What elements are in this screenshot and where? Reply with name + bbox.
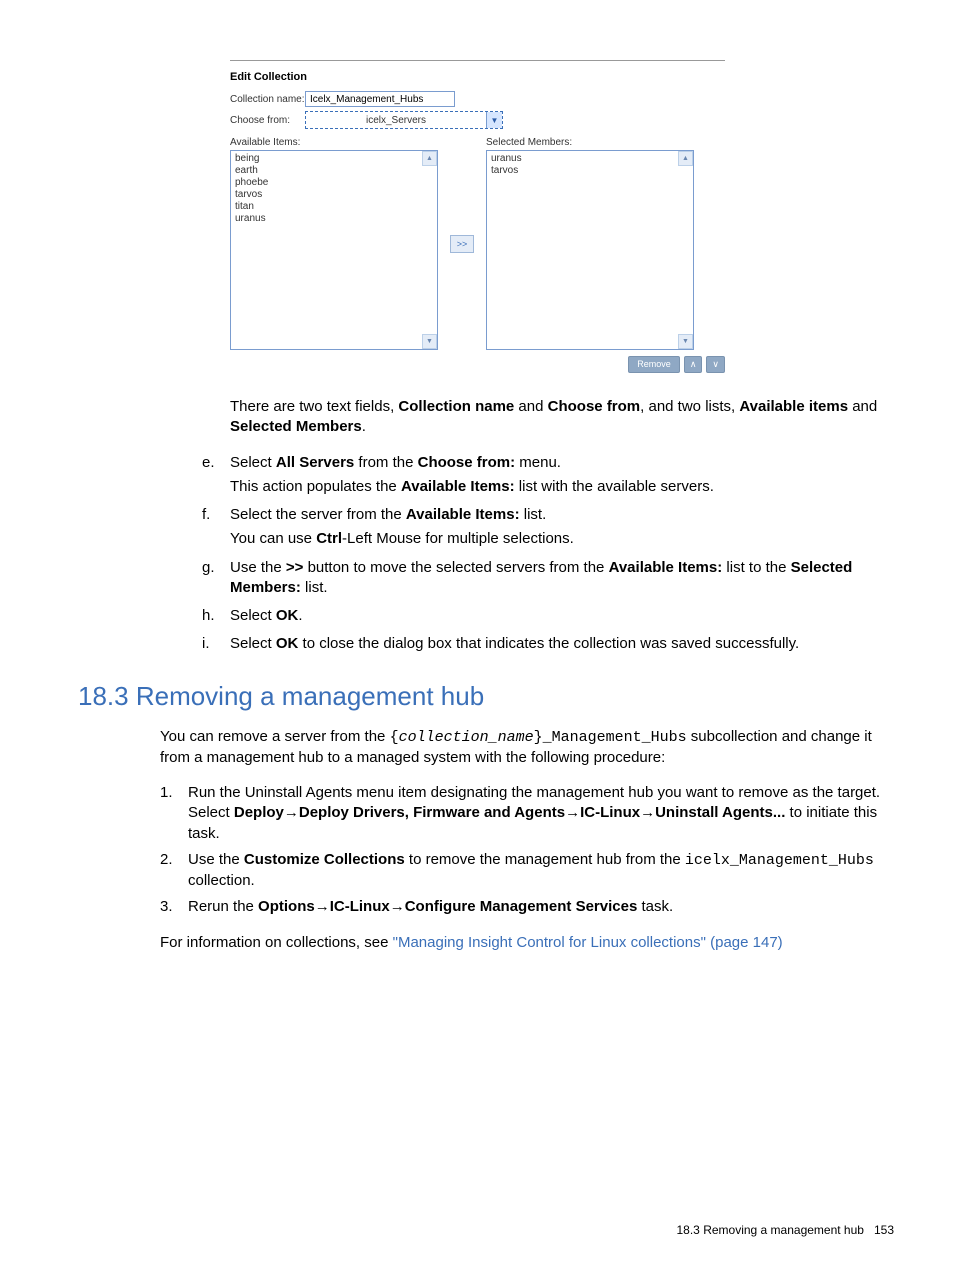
lettered-steps: e. Select All Servers from the Choose fr…: [202, 453, 894, 655]
list-item[interactable]: uranus: [235, 213, 433, 225]
choose-from-select[interactable]: icelx_Servers ▼: [305, 111, 503, 129]
scroll-down-icon[interactable]: ▼: [678, 334, 693, 349]
closing-paragraph: For information on collections, see "Man…: [160, 933, 894, 953]
list-item[interactable]: titan: [235, 201, 433, 213]
choose-from-label: Choose from:: [230, 115, 305, 126]
scroll-down-icon[interactable]: ▼: [422, 334, 437, 349]
list-item[interactable]: uranus: [491, 153, 689, 165]
list-item[interactable]: tarvos: [491, 165, 689, 177]
remove-button[interactable]: Remove: [628, 356, 680, 373]
scroll-up-icon[interactable]: ▲: [422, 151, 437, 166]
step-e: e. Select All Servers from the Choose fr…: [202, 453, 894, 498]
step-3: 3. Rerun the Options→IC-Linux→Configure …: [160, 897, 894, 917]
available-items-listbox[interactable]: ▲ being earth phoebe tarvos titan uranus…: [230, 150, 438, 350]
edit-collection-dialog: Edit Collection Collection name: Choose …: [230, 60, 725, 373]
section-heading: 18.3 Removing a management hub: [78, 681, 894, 712]
collection-name-input[interactable]: [305, 91, 455, 107]
step-2: 2. Use the Customize Collections to remo…: [160, 850, 894, 892]
choose-from-value: icelx_Servers: [306, 115, 486, 126]
page-footer: 18.3 Removing a management hub 153: [677, 1223, 895, 1237]
intro-paragraph: There are two text fields, Collection na…: [230, 397, 894, 438]
transfer-button[interactable]: >>: [450, 235, 474, 253]
step-i: i. Select OK to close the dialog box tha…: [202, 634, 894, 654]
chevron-down-icon[interactable]: ▼: [486, 112, 502, 128]
step-h: h. Select OK.: [202, 606, 894, 626]
step-f: f. Select the server from the Available …: [202, 505, 894, 550]
list-item[interactable]: phoebe: [235, 177, 433, 189]
numbered-steps: 1. Run the Uninstall Agents menu item de…: [160, 783, 894, 918]
list-item[interactable]: earth: [235, 165, 433, 177]
step-1: 1. Run the Uninstall Agents menu item de…: [160, 783, 894, 844]
section-intro: You can remove a server from the {collec…: [160, 727, 894, 769]
selected-members-label: Selected Members:: [486, 137, 694, 148]
scroll-up-icon[interactable]: ▲: [678, 151, 693, 166]
collections-link[interactable]: "Managing Insight Control for Linux coll…: [393, 934, 783, 951]
list-item[interactable]: being: [235, 153, 433, 165]
dialog-title: Edit Collection: [230, 71, 725, 83]
selected-members-listbox[interactable]: ▲ uranus tarvos ▼: [486, 150, 694, 350]
collection-name-label: Collection name:: [230, 94, 305, 105]
available-items-label: Available Items:: [230, 137, 438, 148]
list-item[interactable]: tarvos: [235, 189, 433, 201]
step-g: g. Use the >> button to move the selecte…: [202, 558, 894, 599]
move-up-button[interactable]: ∧: [684, 356, 703, 373]
move-down-button[interactable]: ∨: [706, 356, 725, 373]
